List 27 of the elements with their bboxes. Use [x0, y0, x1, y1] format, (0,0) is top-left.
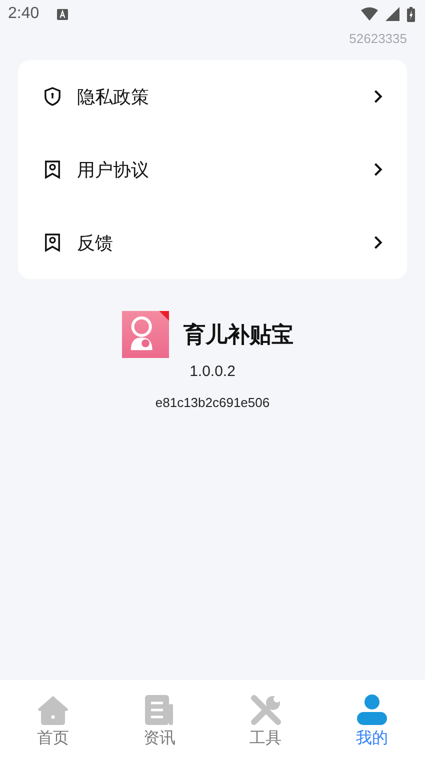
wifi-icon: [361, 7, 378, 21]
person-icon: [356, 694, 388, 726]
bookmark-icon: [44, 160, 61, 179]
menu-item[interactable]: 反馈: [18, 206, 407, 279]
app-name: 育儿补贴宝: [184, 320, 294, 348]
app-logo-icon: [122, 311, 168, 358]
chevron-right-icon: [373, 162, 383, 177]
shield-icon: [44, 87, 61, 106]
tab[interactable]: 资讯: [106, 680, 212, 757]
tab[interactable]: 首页: [0, 680, 106, 757]
status-time: 2:40: [8, 5, 40, 23]
tab[interactable]: 工具: [212, 680, 319, 757]
menu-item[interactable]: 用户协议: [18, 133, 407, 206]
signal-icon: [384, 7, 401, 21]
chevron-right-icon: [373, 89, 383, 104]
keyboard-icon: [57, 8, 68, 20]
menu-item[interactable]: 隐私政策: [18, 60, 407, 133]
build-id: e81c13b2c691e506: [155, 395, 270, 410]
tools-icon: [250, 694, 282, 726]
document-icon: [143, 694, 176, 726]
bookmark-icon: [44, 233, 61, 252]
app-version: 1.0.0.2: [190, 363, 236, 380]
tab[interactable]: 我的: [318, 680, 425, 757]
home-icon: [37, 694, 70, 726]
battery-icon: [407, 6, 415, 22]
chevron-right-icon: [373, 235, 383, 250]
user-id: 52623335: [349, 31, 407, 46]
